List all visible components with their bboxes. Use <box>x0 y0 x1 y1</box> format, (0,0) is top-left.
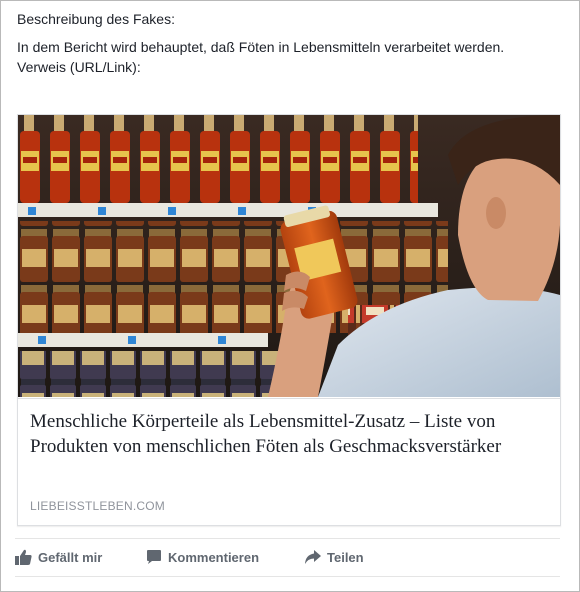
like-button[interactable]: Gefällt mir <box>15 545 102 569</box>
actions-divider-bottom <box>15 576 560 577</box>
link-domain: LIEBEISSTLEBEN.COM <box>30 499 165 513</box>
like-label: Gefällt mir <box>38 549 103 565</box>
post-line-title: Beschreibung des Fakes: <box>17 11 175 27</box>
link-preview-image[interactable] <box>18 115 560 397</box>
post-line-body: In dem Bericht wird behauptet, daß Föten… <box>17 39 505 55</box>
link-preview-body[interactable]: Menschliche Körperteile als Lebensmittel… <box>18 398 560 526</box>
thumbs-up-icon <box>15 549 32 565</box>
comment-icon <box>147 550 161 564</box>
post-line-ref: Verweis (URL/Link): <box>17 59 141 75</box>
comment-label: Kommentieren <box>168 549 260 565</box>
share-label: Teilen <box>327 549 364 565</box>
post-text: Beschreibung des Fakes: In dem Bericht w… <box>17 9 557 77</box>
comment-button[interactable]: Kommentieren <box>146 545 259 569</box>
actions-divider-top <box>15 538 560 539</box>
share-arrow-icon <box>305 550 321 564</box>
share-button[interactable]: Teilen <box>304 545 364 569</box>
link-headline[interactable]: Menschliche Körperteile als Lebensmittel… <box>30 409 550 459</box>
post-actions-bar: Gefällt mir Kommentieren Teilen <box>15 545 560 569</box>
link-preview-card[interactable]: Menschliche Körperteile als Lebensmittel… <box>17 114 561 526</box>
